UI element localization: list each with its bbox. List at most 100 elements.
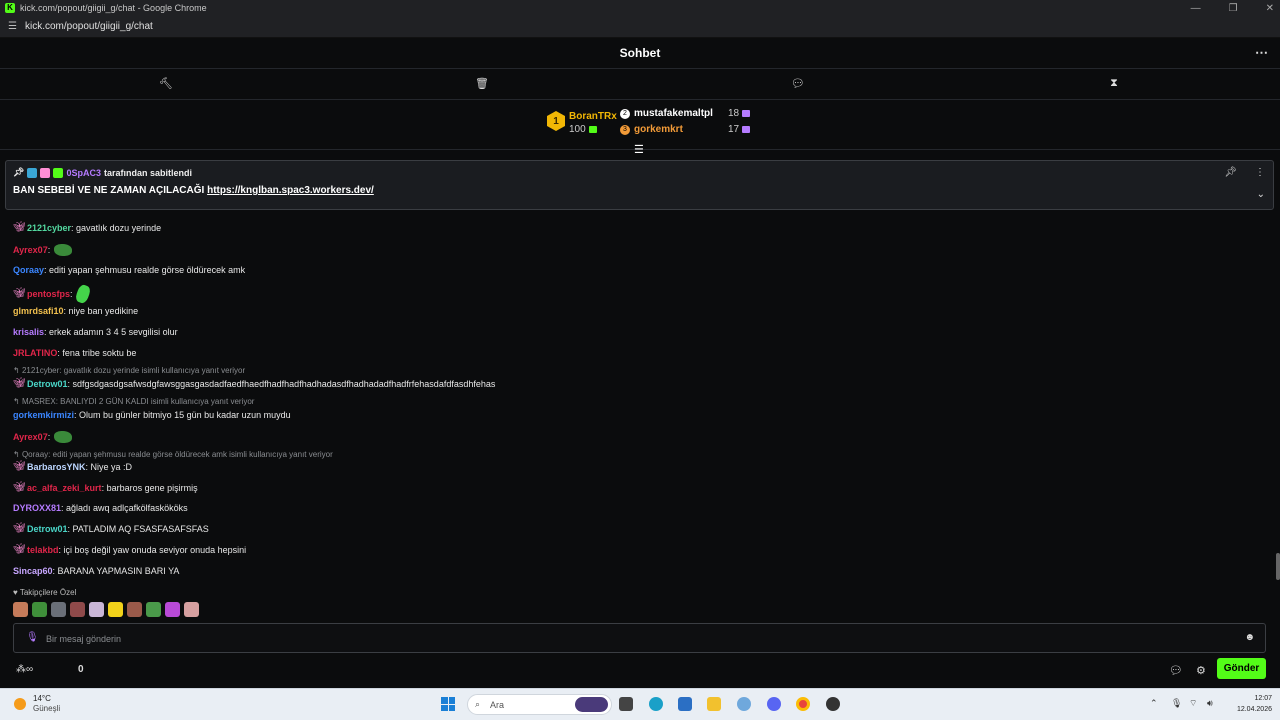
leader-name[interactable]: mustafakemaltpl xyxy=(634,108,728,119)
windows-start-icon[interactable] xyxy=(441,697,455,711)
chat-username[interactable]: glmrdsafi10 xyxy=(13,306,64,316)
chat-message[interactable]: glmrdsafi10: niye ban yedikine xyxy=(13,306,138,316)
discord-icon[interactable] xyxy=(767,697,781,711)
chrome-icon[interactable] xyxy=(796,697,810,711)
expand-leaderboard-icon[interactable]: ☰ xyxy=(634,143,644,156)
more-options-icon[interactable]: ⋯ xyxy=(1255,45,1268,61)
app-icon[interactable] xyxy=(826,697,840,711)
emote-icon[interactable] xyxy=(51,602,66,617)
chat-username[interactable]: Qoraay xyxy=(13,265,44,275)
chat-message[interactable]: gorkemkirmizi: Olum bu günler bitmiyo 15… xyxy=(13,410,291,420)
pinned-link[interactable]: https://knglban.spac3.workers.dev/ xyxy=(207,185,374,196)
chat-username[interactable]: krisalis xyxy=(13,327,44,337)
chat-message[interactable]: 🦋︎ telakbd: içi boş değil yaw onuda seviy… xyxy=(13,544,246,556)
store-app-icon[interactable] xyxy=(678,697,692,711)
chat-settings-bubble-icon[interactable]: 💬︎ xyxy=(1169,664,1183,677)
butterfly-badge-icon: 🦋︎ xyxy=(13,288,26,299)
volume-icon[interactable]: 🔊︎ xyxy=(1207,698,1213,709)
butterfly-badge-icon: 🦋︎ xyxy=(13,544,26,555)
chat-username[interactable]: gorkemkirmizi xyxy=(13,410,74,420)
tray-chevron-up-icon[interactable]: ⌃ xyxy=(1150,698,1158,709)
taskbar-search[interactable]: ⌕ Ara xyxy=(467,694,612,715)
pinned-text: BAN SEBEBİ VE NE ZAMAN AÇILACAĞI https:/… xyxy=(13,185,374,196)
minimize-icon[interactable]: — xyxy=(1191,3,1201,14)
leader-name[interactable]: BoranTRx xyxy=(569,111,617,122)
site-settings-icon[interactable]: ☰ xyxy=(8,21,17,32)
wifi-icon[interactable]: ⌔ xyxy=(1189,698,1197,709)
task-view-icon[interactable] xyxy=(619,697,633,711)
chat-username[interactable]: Detrow01 xyxy=(27,379,68,389)
taskbar-clock[interactable]: 12:07 12.04.2026 xyxy=(1228,693,1272,715)
chevron-down-icon[interactable]: ⌄ xyxy=(1257,189,1265,200)
chat-username[interactable]: 2121cyber xyxy=(27,223,71,233)
chat-username[interactable]: ac_alfa_zeki_kurt xyxy=(27,483,102,493)
chat-message[interactable]: 🦋︎ ac_alfa_zeki_kurt: barbaros gene pişir… xyxy=(13,482,198,494)
chat-bubble-icon[interactable]: 💬︎ xyxy=(790,77,806,90)
chat-message[interactable]: 🦋︎ 2121cyber: gavatlık dozu yerinde xyxy=(13,223,161,234)
microphone-tray-icon[interactable]: 🎙︎ xyxy=(1171,698,1182,709)
emote-icon[interactable] xyxy=(165,602,180,617)
chat-messages: 🦋︎ 2121cyber: gavatlık dozu yerinde Ayrex0… xyxy=(0,210,1280,590)
leaderboard-row[interactable]: 3 gorkemkrt 17 xyxy=(620,124,751,135)
chat-message[interactable]: krisalis: erkek adamın 3 4 5 sevgilisi o… xyxy=(13,327,178,337)
chat-username[interactable]: Detrow01 xyxy=(27,524,68,534)
chat-username[interactable]: DYROXX81 xyxy=(13,503,61,513)
emote-icon[interactable] xyxy=(184,602,199,617)
leaderboard-row[interactable]: 2 mustafakemaltpl 18 xyxy=(620,108,751,119)
butterfly-badge-icon: 🦋︎ xyxy=(13,482,26,493)
chat-scrollbar[interactable] xyxy=(1276,553,1280,580)
emote-icon[interactable] xyxy=(108,602,123,617)
leaderboard-first[interactable]: 1 BoranTRx 100 xyxy=(547,111,617,135)
close-icon[interactable]: ✕ xyxy=(1266,3,1274,14)
chat-username[interactable]: Ayrex07 xyxy=(13,432,48,442)
message-input[interactable] xyxy=(46,630,1196,647)
emoji-picker-icon[interactable]: ☻ xyxy=(1244,632,1255,643)
chat-username[interactable]: telakbd xyxy=(27,545,59,555)
emote-icon[interactable] xyxy=(32,602,47,617)
chat-message[interactable]: 🦋︎ BarbarosYNK: Niye ya :D xyxy=(13,462,132,473)
weather-widget[interactable]: 14°C Güneşli xyxy=(14,694,60,714)
maximize-icon[interactable]: ❐ xyxy=(1229,3,1238,14)
chat-username[interactable]: Sincap60 xyxy=(13,566,53,576)
emote-icon[interactable] xyxy=(70,602,85,617)
chat-message[interactable]: 🦋︎ Detrow01: PATLADIM AQ FSASFASAFSFAS xyxy=(13,524,209,535)
butterfly-badge-icon: 🦋︎ xyxy=(13,378,26,389)
send-button[interactable]: Gönder xyxy=(1217,658,1266,679)
chat-message[interactable]: Sincap60: BARANA YAPMASIN BARI YA xyxy=(13,566,179,576)
chat-message[interactable]: 🦋︎ Detrow01: sdfgsdgasdgsafwsdgfawsggasga… xyxy=(13,378,495,390)
settings-app-icon[interactable] xyxy=(737,697,751,711)
channel-points-icon[interactable]: ⁂∞ xyxy=(16,664,33,675)
chat-message[interactable]: Ayrex07: xyxy=(13,244,73,256)
emote-icon[interactable] xyxy=(127,602,142,617)
chat-username[interactable]: JRLATINO xyxy=(13,348,57,358)
emote-icon[interactable] xyxy=(146,602,161,617)
chat-username[interactable]: Ayrex07 xyxy=(13,245,48,255)
chat-message[interactable]: Qoraay: editi yapan şehmusu realde görse… xyxy=(13,265,245,275)
chat-username[interactable]: BarbarosYNK xyxy=(27,462,86,472)
address-bar[interactable]: ☰ kick.com/popout/giigii_g/chat xyxy=(0,16,1280,38)
chat-message[interactable]: DYROXX81: ağladı awq adlçafkölfaskököks xyxy=(13,503,188,513)
reply-context[interactable]: ↰ 2121cyber: gavatlık dozu yerinde isiml… xyxy=(13,366,245,375)
leader-name[interactable]: gorkemkrt xyxy=(634,124,728,135)
chat-message[interactable]: 🦋︎ pentosfps: xyxy=(13,283,92,305)
weather-desc: Güneşli xyxy=(33,704,61,713)
gear-icon[interactable]: ⚙ xyxy=(1196,664,1206,677)
reply-context[interactable]: ↰ Qoraay: editi yapan şehmusu realde gör… xyxy=(13,450,333,459)
chat-message[interactable]: JRLATINO: fena tribe soktu be xyxy=(13,348,136,358)
pinned-more-icon[interactable]: ⋮ xyxy=(1255,167,1265,178)
reply-context[interactable]: ↰ MASREX: BANLIYDI 2 GÜN KALDI isimli ku… xyxy=(13,397,254,406)
hammer-icon[interactable]: 🔨︎ xyxy=(158,77,174,90)
emote-icon[interactable] xyxy=(13,602,28,617)
url-text[interactable]: kick.com/popout/giigii_g/chat xyxy=(25,21,153,32)
trash-icon[interactable]: 🗑︎ xyxy=(474,77,490,90)
hourglass-icon[interactable]: ⧗ xyxy=(1106,77,1122,90)
microphone-icon[interactable]: 🎙︎ xyxy=(26,632,39,643)
chat-username[interactable]: pentosfps xyxy=(27,289,70,299)
pinned-by-user[interactable]: 0SpAC3 xyxy=(66,168,101,178)
chat-message[interactable]: Ayrex07: xyxy=(13,431,73,443)
unpin-icon[interactable]: 📌︎ xyxy=(1224,167,1237,178)
emote-icon[interactable] xyxy=(89,602,104,617)
frog-emote-icon xyxy=(54,431,73,443)
edge-icon[interactable] xyxy=(649,697,663,711)
file-explorer-icon[interactable] xyxy=(707,697,721,711)
